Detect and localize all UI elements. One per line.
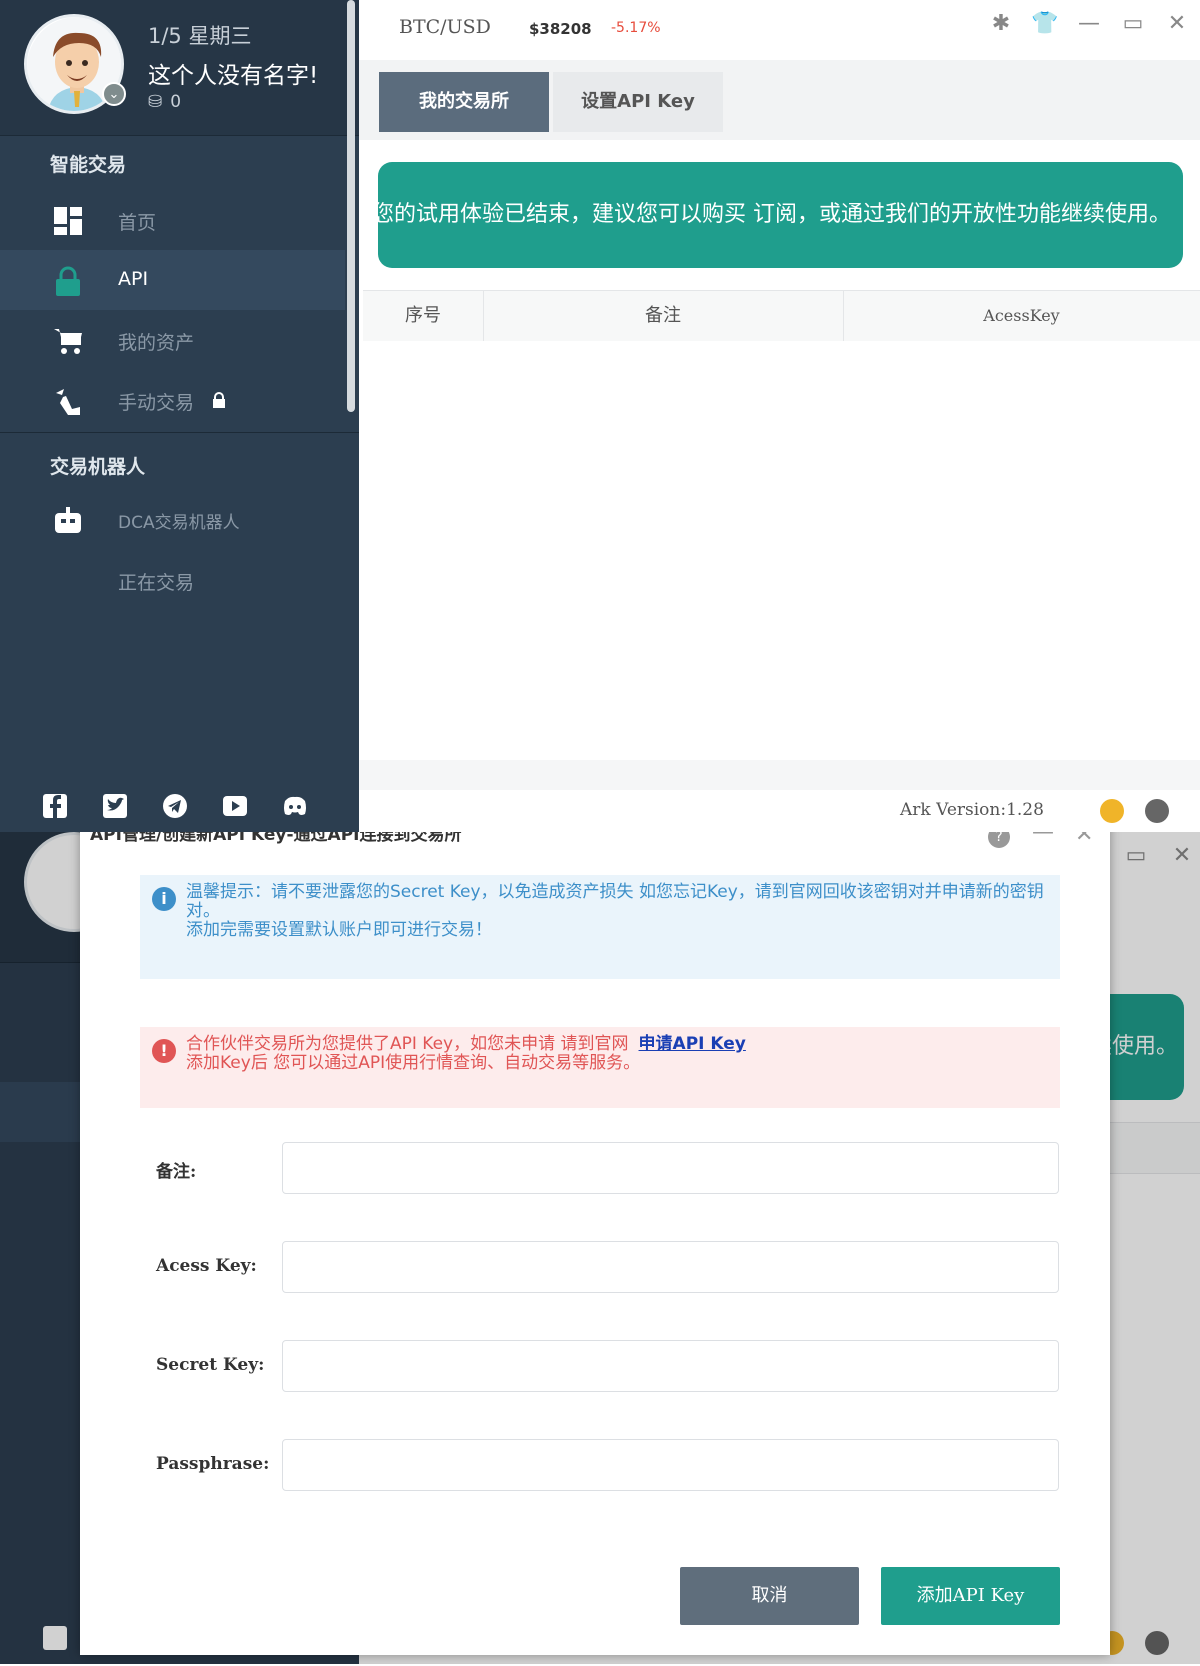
sidebar-divider [0,432,359,433]
access-key-label: Acess Key: [156,1256,257,1276]
sidebar-item-label: 首页 [118,212,157,234]
note-input[interactable] [282,1142,1059,1194]
sidebar-item-dca-robot[interactable]: DCA交易机器人 [0,490,345,550]
info-text: 温馨提示：请不要泄露您的Secret Key，以免造成资产损失 如您忘记Key，… [186,883,1046,940]
cart-icon [54,329,82,354]
profile-card: ⌄ 1/5 星期三 这个人没有名字! ⛁ 0 [0,0,359,136]
sidebar-item-manual-trade[interactable]: 手动交易 [0,370,345,430]
add-api-key-button[interactable]: 添加API Key [881,1567,1060,1625]
skin-icon[interactable]: 👕 [1031,10,1059,38]
top-bar: BTC/USD $38208 -5.17% ✱ 👕 — ▭ ✕ [359,0,1200,60]
discord-icon[interactable] [282,793,308,819]
section-trading-robot: 交易机器人 [50,456,146,478]
dialog-close-icon[interactable]: ✕ [1075,832,1093,847]
secret-key-input[interactable] [282,1340,1059,1392]
status-dot-gray[interactable] [1145,799,1169,823]
locked-badge-icon [213,392,225,408]
sidebar: ⌄ 1/5 星期三 这个人没有名字! ⛁ 0 智能交易 首页 API 我的资产 … [0,0,359,832]
gear-icon[interactable]: ✱ [987,10,1015,38]
info-icon: i [152,887,176,911]
secret-key-label: Secret Key: [156,1355,265,1375]
username: 这个人没有名字! [148,63,319,89]
minimize-icon[interactable]: — [1075,10,1103,38]
info-line-1: 温馨提示：请不要泄露您的Secret Key，以免造成资产损失 如您忘记Key，… [186,882,1044,921]
info-line-2: 添加完需要设置默认账户即可进行交易！ [186,920,492,940]
date-label: 1/5 星期三 [148,24,252,48]
coin-balance: ⛁ 0 [148,92,181,112]
telegram-icon[interactable] [162,793,188,819]
warning-line-1: 合作伙伴交易所为您提供了API Key，如您未申请 请到官网 [186,1034,629,1054]
coins-icon: ⛁ [148,92,163,112]
coin-count: 0 [170,92,182,112]
tab-my-exchanges[interactable]: 我的交易所 [379,72,549,132]
dashboard-icon [54,207,82,235]
info-notice: i 温馨提示：请不要泄露您的Secret Key，以免造成资产损失 如您忘记Ke… [140,875,1060,979]
passphrase-label: Passphrase: [156,1454,270,1474]
table-body [363,341,1200,761]
ticker-change: -5.17% [611,20,661,36]
note-label: 备注: [156,1162,197,1182]
tab-bar: 我的交易所 设置API Key [359,60,1200,140]
lock-icon [56,266,80,296]
dialog-title: API管理/创建新API Key-通过API连接到交易所 [90,832,462,845]
twitter-icon[interactable] [102,793,128,819]
main-window: ⌄ 1/5 星期三 这个人没有名字! ⛁ 0 智能交易 首页 API 我的资产 … [0,0,1200,832]
sidebar-item-label: DCA交易机器人 [118,513,240,533]
ticker-price: $38208 [529,20,592,38]
avatar-dropdown-icon[interactable]: ⌄ [102,82,126,106]
status-dot-yellow[interactable] [1100,799,1124,823]
sidebar-item-label: 我的资产 [118,332,195,354]
tab-set-api-key[interactable]: 设置API Key [553,72,723,132]
robot-icon [55,507,81,533]
main-window-with-dialog: ▭ ✕ 续使用。 Ark Version:1.28 API管理/创建新API K… [0,832,1200,1664]
add-api-key-dialog: API管理/创建新API Key-通过API连接到交易所 ? — ✕ i 温馨提… [80,832,1110,1655]
cancel-button[interactable]: 取消 [680,1567,859,1625]
sidebar-item-home[interactable]: 首页 [0,190,345,250]
sidebar-item-assets[interactable]: 我的资产 [0,310,345,370]
ticker-pair: BTC/USD [399,16,491,38]
partner-warning: ! 合作伙伴交易所为您提供了API Key，如您未申请 请到官网 申请API Ke… [140,1027,1060,1108]
sidebar-item-api[interactable]: API [0,250,345,310]
hand-click-icon [56,389,80,415]
maximize-icon[interactable]: ▭ [1119,10,1147,38]
trial-expired-banner: 您的试用体验已结束，建议您可以购买 订阅，或通过我们的开放性功能继续使用。 [378,162,1183,268]
youtube-icon[interactable] [222,793,248,819]
passphrase-input[interactable] [282,1439,1059,1491]
access-key-input[interactable] [282,1241,1059,1293]
apply-api-key-link[interactable]: 申请API Key [639,1034,746,1054]
dialog-minimize-icon[interactable]: — [1032,832,1054,845]
section-smart-trading: 智能交易 [50,154,127,176]
footer-strip [359,760,1200,790]
sidebar-item-label: 手动交易 [118,392,195,414]
facebook-icon[interactable] [42,793,68,819]
sidebar-item-label: API [118,268,149,290]
version-label: Ark Version:1.28 [900,800,1044,820]
help-icon[interactable]: ? [988,832,1010,848]
warning-icon: ! [152,1039,176,1063]
sidebar-item-label: 正在交易 [118,572,195,594]
column-header-note: 备注 [483,291,844,341]
column-header-accesskey: AcessKey [983,306,1060,325]
column-header-index: 序号 [363,291,484,341]
sidebar-scrollbar[interactable] [347,0,355,412]
close-icon[interactable]: ✕ [1163,10,1191,38]
sidebar-item-trading[interactable]: 正在交易 [0,550,345,610]
warning-line-2: 添加Key后 您可以通过API使用行情查询、自动交易等服务。 [186,1053,641,1073]
table-header: 序号 备注 AcessKey [363,290,1200,342]
warning-text: 合作伙伴交易所为您提供了API Key，如您未申请 请到官网 申请API Key … [186,1035,1046,1073]
